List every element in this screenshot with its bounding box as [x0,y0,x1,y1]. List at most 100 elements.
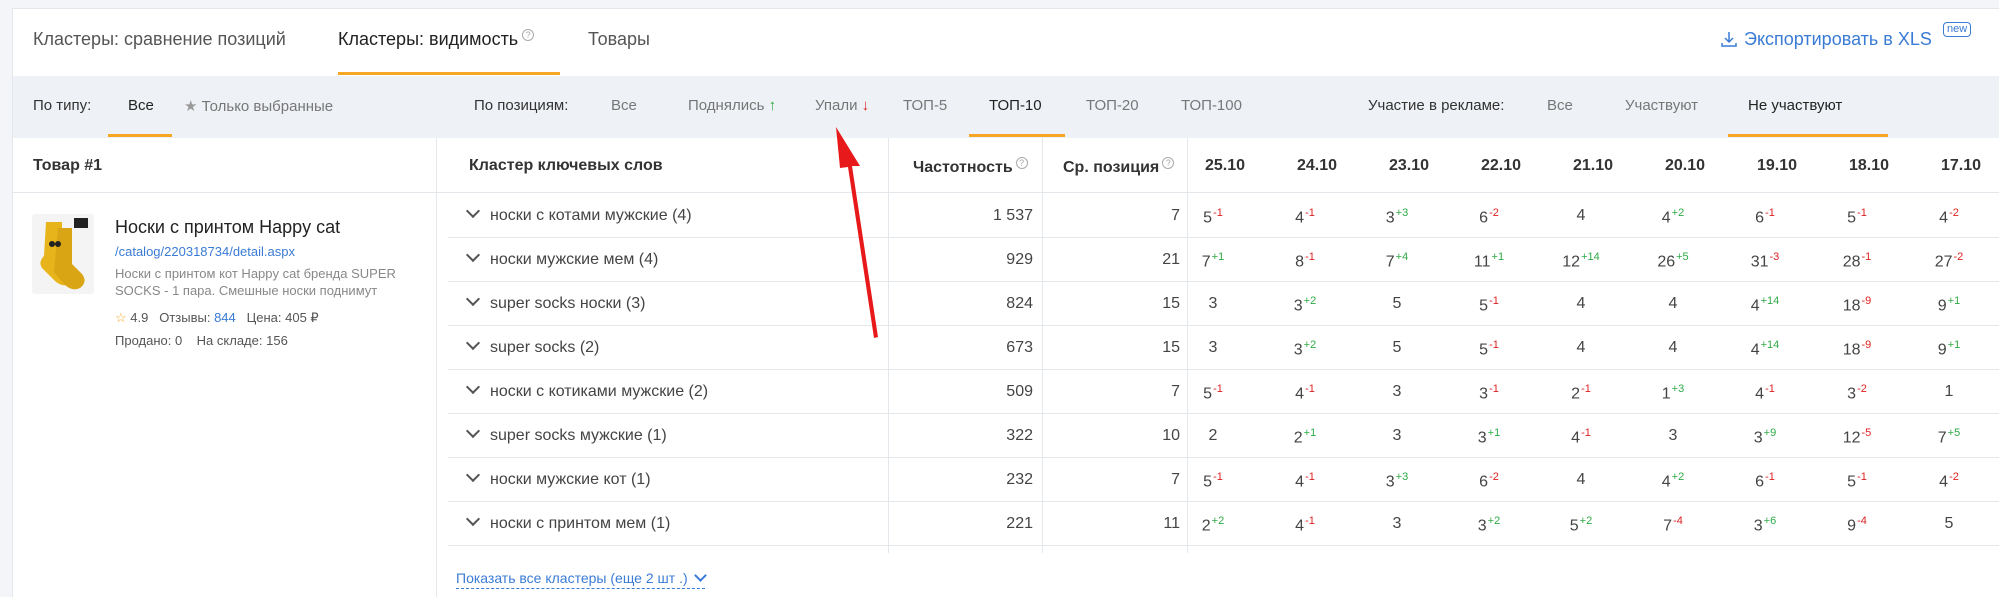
position-change: +1 [1211,251,1225,263]
position-value: 1 [1944,383,1954,400]
product-title[interactable]: Носки с принтом Happy cat [115,217,340,238]
export-label: Экспортировать в XLS [1744,29,1932,49]
position-change: -1 [1305,207,1315,219]
position-value: 5 [1569,517,1579,535]
filter-pos-up[interactable]: Поднялись ↑ [688,97,776,114]
cluster-keyword[interactable]: super socks носки (3) [465,291,646,313]
position-value: 5 [1847,209,1857,227]
position-cell: 3+9 [1730,427,1800,447]
position-cell: 26+5 [1638,251,1708,271]
position-change: +14 [1581,251,1600,263]
position-change: +1 [1491,251,1505,263]
position-change: -2 [1949,207,1959,219]
cluster-keyword[interactable]: носки с котиками мужские (2) [465,379,708,401]
position-change: +14 [1760,339,1780,351]
position-value: 31 [1750,253,1769,271]
product-link[interactable]: /catalog/220318734/detail.aspx [115,244,295,259]
position-value: 5 [1203,209,1213,227]
position-cell: 5 [1362,295,1432,313]
col-avg-position[interactable]: Ср. позиция? [1063,157,1175,177]
cluster-keyword[interactable]: super socks мужские (1) [465,423,667,445]
cluster-keyword[interactable]: носки с котами мужские (4) [465,203,692,225]
table-row[interactable]: носки мужские кот (1) 232 7 5-1 4-1 3+3 6-2 4 4+… [448,458,1999,502]
position-value: 7 [1937,429,1947,447]
position-change: -2 [1857,383,1867,395]
filter-pos-down[interactable]: Упали ↓ [815,97,869,114]
product-image[interactable] [32,214,94,294]
col-date: 19.10 [1756,157,1798,174]
cluster-keyword-label: носки мужские кот (1) [490,471,651,488]
filter-ad-no[interactable]: Не участвуют [1748,97,1842,114]
filter-top5[interactable]: ТОП-5 [903,97,947,114]
position-cell: 3 [1362,515,1432,533]
reviews-count[interactable]: 844 [214,310,236,325]
position-change: -1 [1861,251,1872,263]
filter-ad-yes[interactable]: Участвуют [1625,97,1698,114]
position-cell: 27-2 [1914,251,1984,271]
cluster-keyword[interactable]: super socks (2) [465,335,600,357]
position-value: 4 [1661,209,1671,227]
table-row[interactable]: super socks мужские (1) 322 10 2 2+1 3 3+1 4-1 3… [448,414,1999,458]
filter-top10[interactable]: ТОП-10 [989,97,1042,114]
position-value: 4 [1295,209,1305,227]
position-cell: 6-1 [1730,207,1800,227]
position-change: +3 [1395,471,1409,483]
position-cell: 5-1 [1178,383,1248,403]
position-cell: 3+3 [1362,471,1432,491]
col-date: 18.10 [1848,157,1890,174]
position-change: -3 [1769,251,1780,263]
position-cell: 8-1 [1270,251,1340,271]
position-value: 4 [1668,339,1678,356]
position-cell: 4-1 [1270,471,1340,491]
table-row[interactable]: носки с котиками мужские (2) 509 7 5-1 4-1 3 3… [448,370,1999,414]
tab-clusters-visibility[interactable]: Кластеры: видимость? [338,29,535,50]
position-change: +5 [1676,251,1689,263]
arrow-up-icon: ↑ [768,97,777,114]
filter-type-selected[interactable]: ★ Только выбранные [184,97,333,115]
position-cell: 4-2 [1914,471,1984,491]
table-row[interactable]: super socks (2) 673 15 3 3+2 5 5-1 4 4 4+14 18-9 9+… [448,326,1999,370]
position-cell: 4 [1546,471,1616,489]
cluster-keyword[interactable]: носки с принтом мем (1) [465,511,670,533]
help-icon[interactable]: ? [1162,157,1175,169]
position-change: +1 [1303,427,1317,439]
col-frequency[interactable]: Частотность? [913,157,1028,177]
position-value: 9 [1847,517,1857,535]
table-row[interactable]: носки с котами мужские (4) 1 537 7 5-1 4-1 3+… [448,194,1999,238]
filter-pos-all[interactable]: Все [611,97,637,114]
position-cell: 3+2 [1454,515,1524,535]
position-cell: 5-1 [1822,471,1892,491]
tab-clusters-compare[interactable]: Кластеры: сравнение позиций [33,29,286,50]
active-filter-indicator [969,134,1065,137]
cluster-keyword-label: super socks носки (3) [490,295,646,312]
position-cell: 3 [1362,383,1432,401]
help-icon[interactable]: ? [1015,157,1028,169]
filter-top100[interactable]: ТОП-100 [1181,97,1242,114]
cluster-keyword[interactable]: носки мужские мем (4) [465,247,658,269]
position-cell: 4-1 [1730,383,1800,403]
table-row[interactable]: носки с принтом мем (1) 221 11 2+2 4-1 3 3+2 5+… [448,502,1999,546]
cluster-keyword-label: super socks (2) [490,339,600,356]
filter-top20[interactable]: ТОП-20 [1086,97,1139,114]
show-all-clusters-link[interactable]: Показать все кластеры (еще 2 шт .) [456,569,707,589]
col-date: 23.10 [1388,157,1430,174]
position-cell: 5 [1362,339,1432,357]
product-rating: 4.9 [130,310,149,325]
filter-ad-all[interactable]: Все [1547,97,1573,114]
export-xls-button[interactable]: Экспортировать в XLS [1720,29,1932,50]
table-row[interactable]: super socks носки (3) 824 15 3 3+2 5 5-1 4 4 4+14… [448,282,1999,326]
frequency-value: 232 [1006,471,1033,488]
position-value: 3 [1479,385,1489,403]
cluster-keyword[interactable]: носки мужские кот (1) [465,467,651,489]
tab-products[interactable]: Товары [588,29,650,50]
position-cell: 5-1 [1178,207,1248,227]
filter-type-all[interactable]: Все [128,97,154,114]
position-change: +2 [1303,295,1317,307]
help-icon[interactable]: ? [522,29,535,41]
position-cell: 4 [1638,295,1708,313]
table-row[interactable]: носки мужские мем (4) 929 21 7+1 8-1 7+4 11+1 1… [448,238,1999,282]
position-change: +1 [1947,295,1961,307]
product-description: Носки с принтом кот Happy cat бренда SUP… [115,266,396,298]
filter-position-label: По позициям: [474,97,569,114]
position-change: -5 [1861,427,1872,439]
